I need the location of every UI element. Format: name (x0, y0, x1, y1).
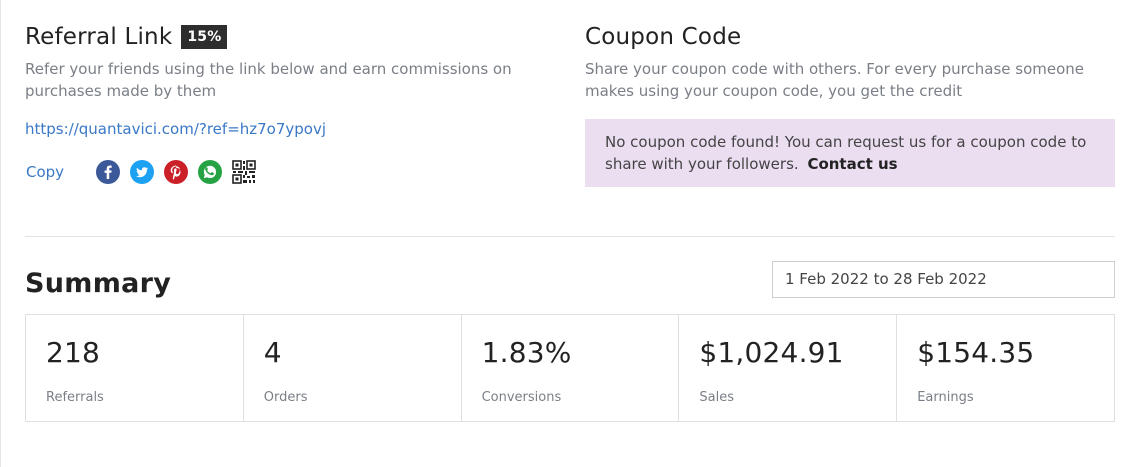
contact-us-link[interactable]: Contact us (807, 155, 897, 173)
referral-link[interactable]: https://quantavici.com/?ref=hz7o7ypovj (25, 119, 545, 139)
date-range-picker[interactable]: 1 Feb 2022 to 28 Feb 2022 (772, 261, 1115, 298)
stat-label: Sales (699, 390, 734, 405)
summary-title: Summary (25, 268, 172, 299)
coupon-title: Coupon Code (585, 24, 742, 50)
stat-value: $154.35 (917, 336, 1035, 369)
referral-description: Refer your friends using the link below … (25, 60, 512, 100)
share-row: Copy (25, 159, 545, 185)
stat-label: Conversions (481, 390, 562, 405)
copy-button[interactable]: Copy (26, 163, 96, 181)
whatsapp-icon[interactable] (198, 160, 222, 184)
stat-referrals: 218 Referrals (26, 315, 244, 421)
summary-stats: 218 Referrals 4 Orders 1.83% Conversions… (25, 314, 1115, 422)
facebook-icon[interactable] (96, 160, 120, 184)
referral-title: Referral Link 15% (25, 22, 545, 52)
stat-value: $1,024.91 (699, 336, 844, 369)
stat-value: 1.83% (481, 336, 572, 369)
coupon-notice: No coupon code found! You can request us… (585, 119, 1115, 187)
pinterest-icon[interactable] (164, 160, 188, 184)
coupon-section: Coupon Code Share your coupon code with … (585, 22, 1115, 187)
commission-badge: 15% (181, 25, 228, 49)
stat-label: Referrals (46, 390, 104, 405)
referral-section: Referral Link 15% Refer your friends usi… (25, 22, 545, 185)
stat-value: 218 (46, 336, 101, 369)
page-left-border (0, 0, 1, 467)
stat-orders: 4 Orders (244, 315, 462, 421)
qr-code-icon[interactable] (232, 160, 256, 184)
stat-sales: $1,024.91 Sales (679, 315, 898, 421)
referral-title-text: Referral Link (25, 24, 173, 50)
stat-earnings: $154.35 Earnings (897, 315, 1114, 421)
stat-value: 4 (263, 336, 282, 369)
twitter-icon[interactable] (130, 160, 154, 184)
coupon-description: Share your coupon code with others. For … (585, 60, 1085, 100)
stat-label: Orders (263, 390, 308, 405)
stat-conversions: 1.83% Conversions (462, 315, 680, 421)
stat-label: Earnings (917, 390, 974, 405)
section-divider (25, 236, 1115, 237)
